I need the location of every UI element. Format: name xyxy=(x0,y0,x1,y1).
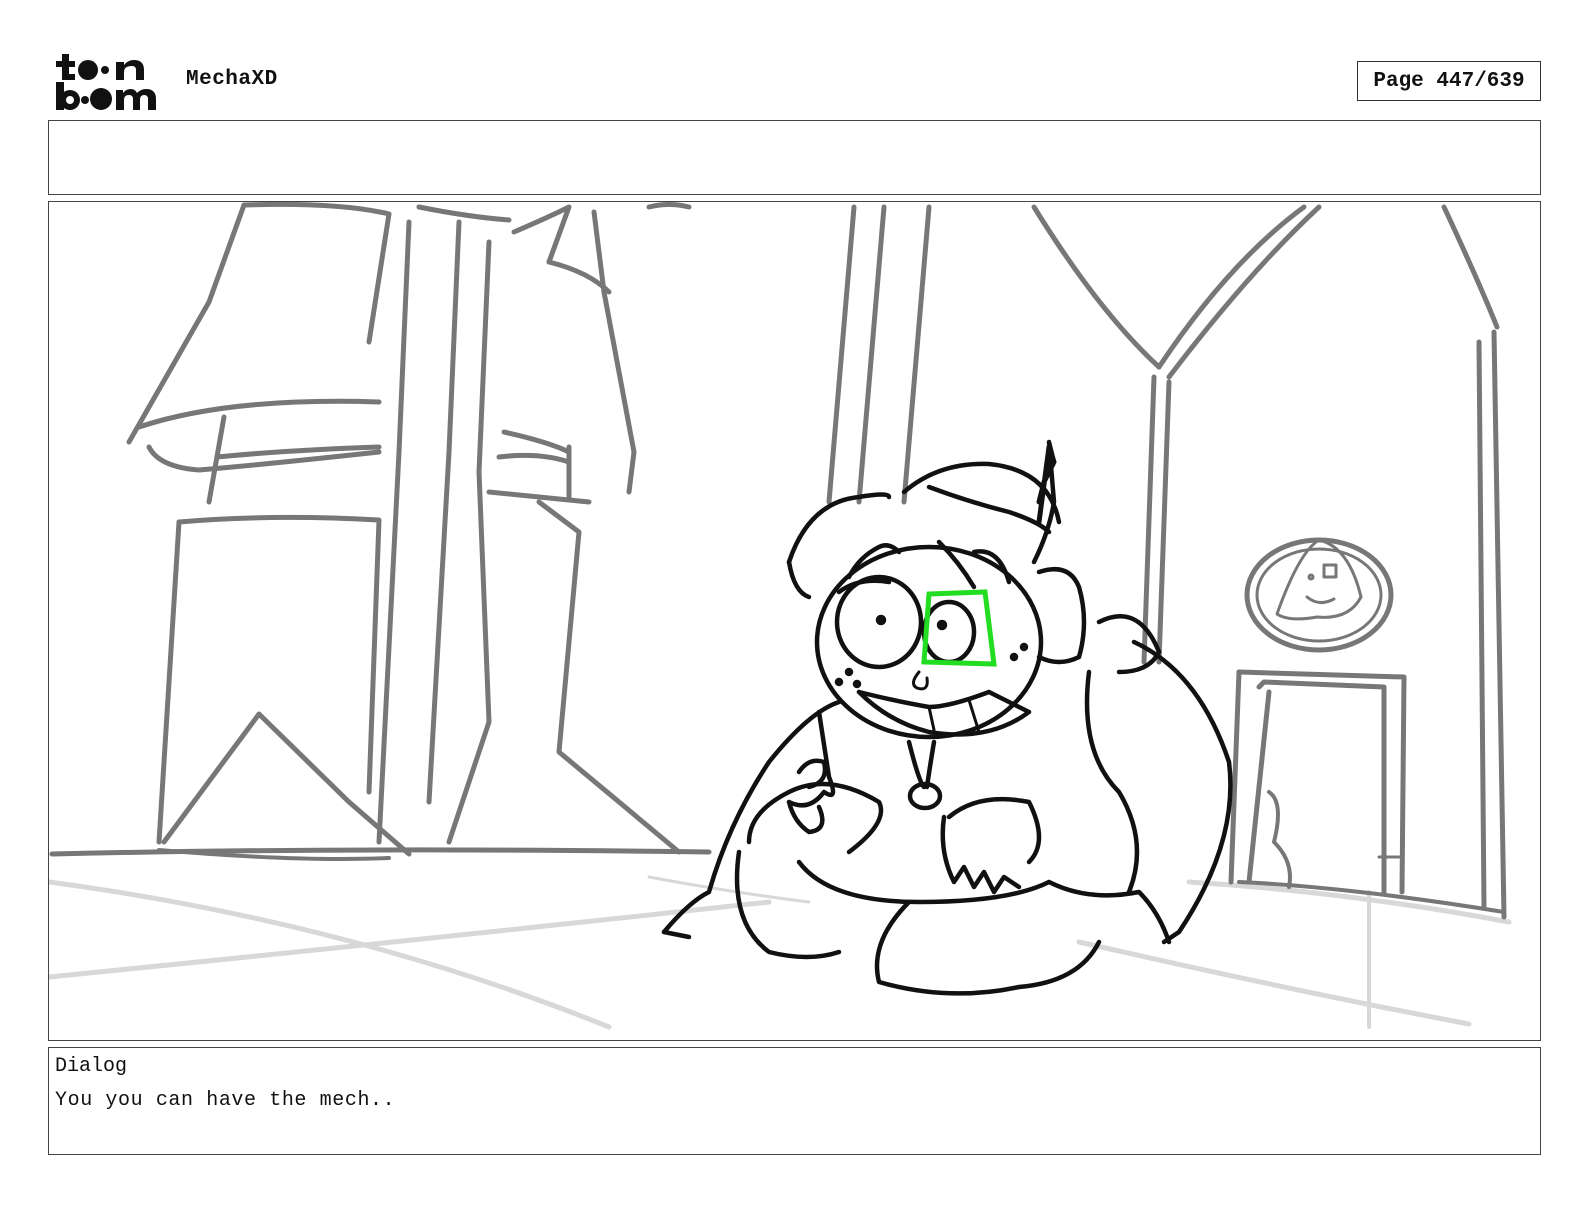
storyboard-sketch xyxy=(49,202,1512,1030)
page-number-box: Page 447/639 xyxy=(1357,61,1541,101)
dialog-text: You you can have the mech.. xyxy=(55,1089,396,1112)
dialog-panel: Dialog You you can have the mech.. xyxy=(48,1047,1541,1155)
project-name: MechaXD xyxy=(186,68,278,91)
dialog-label: Dialog xyxy=(55,1055,128,1078)
storyboard-frame xyxy=(48,201,1541,1041)
page-number: Page 447/639 xyxy=(1373,69,1525,93)
character-sketch xyxy=(661,439,1233,996)
toon-boom-logo xyxy=(56,54,156,110)
scene-notes-panel xyxy=(48,120,1541,195)
background-architecture xyxy=(49,202,1507,920)
